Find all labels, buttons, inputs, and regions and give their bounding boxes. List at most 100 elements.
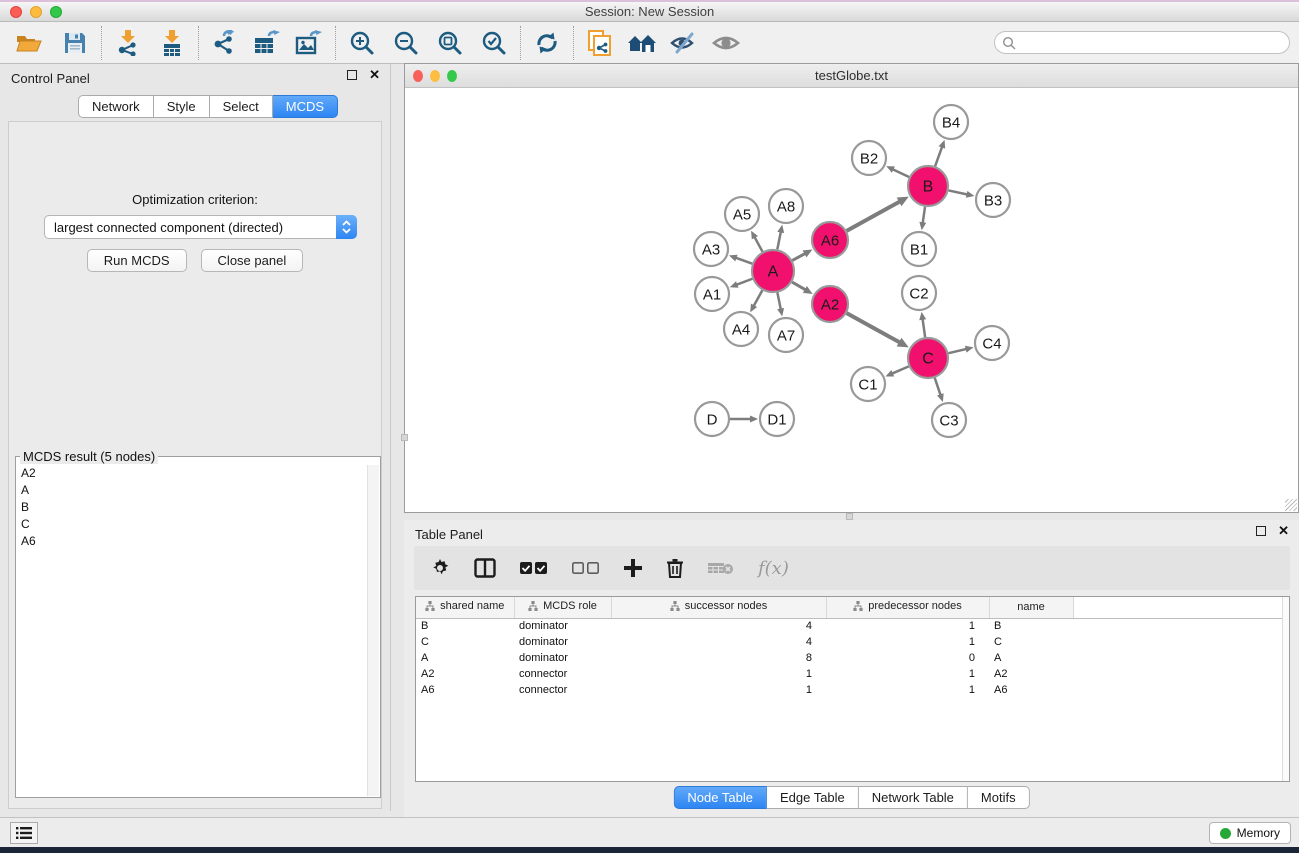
result-scrollbar[interactable] — [367, 465, 379, 796]
zoom-out-icon[interactable] — [389, 26, 423, 60]
minimize-window-button[interactable] — [30, 6, 42, 18]
tab-style[interactable]: Style — [154, 95, 210, 118]
table-row[interactable]: Bdominator41B — [416, 618, 1289, 634]
column-header[interactable]: successor nodes — [611, 597, 826, 618]
graph-edge-A-A4[interactable] — [753, 290, 762, 307]
deselect-all-icon[interactable] — [572, 555, 600, 581]
graph-edge-B-B4[interactable] — [935, 146, 942, 167]
graph-node-B3[interactable]: B3 — [976, 183, 1010, 217]
column-header[interactable]: shared name — [416, 597, 514, 618]
graph-node-A3[interactable]: A3 — [694, 232, 728, 266]
list-item[interactable]: C — [17, 516, 367, 533]
zoom-network-button[interactable] — [447, 70, 457, 82]
task-history-button[interactable] — [10, 822, 38, 844]
graph-node-A[interactable]: A — [752, 250, 794, 292]
tab-node-table[interactable]: Node Table — [673, 786, 767, 809]
float-panel-icon[interactable] — [347, 70, 357, 80]
graph-node-C1[interactable]: C1 — [851, 367, 885, 401]
close-window-button[interactable] — [10, 6, 22, 18]
table-row[interactable]: A6connector11A6 — [416, 682, 1289, 698]
column-header[interactable]: name — [989, 597, 1073, 618]
graph-node-A1[interactable]: A1 — [695, 277, 729, 311]
zoom-selected-icon[interactable] — [477, 26, 511, 60]
import-table-icon[interactable] — [155, 26, 189, 60]
refresh-icon[interactable] — [530, 26, 564, 60]
optimization-criterion-select[interactable]: largest connected component (directed) — [44, 215, 357, 239]
hide-selected-icon[interactable] — [667, 26, 701, 60]
graph-node-B4[interactable]: B4 — [934, 105, 968, 139]
table-row[interactable]: Adominator80A — [416, 650, 1289, 666]
tab-mcds[interactable]: MCDS — [273, 95, 338, 118]
list-item[interactable]: B — [17, 499, 367, 516]
graph-edge-B-B3[interactable] — [949, 190, 969, 194]
graph-node-A4[interactable]: A4 — [724, 312, 758, 346]
select-all-icon[interactable] — [520, 555, 548, 581]
graph-edge-A-A8[interactable] — [777, 231, 781, 250]
column-header[interactable]: predecessor nodes — [826, 597, 989, 618]
list-item[interactable]: A6 — [17, 533, 367, 550]
graph-edge-B-B1[interactable] — [923, 207, 925, 224]
graph-node-A6[interactable]: A6 — [812, 222, 848, 258]
table-options-icon[interactable] — [430, 555, 450, 581]
first-neighbors-icon[interactable] — [625, 26, 659, 60]
table-row[interactable]: A2connector11A2 — [416, 666, 1289, 682]
graph-edge-A-A2[interactable] — [792, 282, 807, 290]
export-table-icon[interactable] — [250, 26, 284, 60]
graph-node-C3[interactable]: C3 — [932, 403, 966, 437]
import-network-icon[interactable] — [111, 26, 145, 60]
float-table-panel-icon[interactable] — [1256, 526, 1266, 536]
graph-node-B[interactable]: B — [908, 166, 948, 206]
graph-edge-A-A6[interactable] — [792, 253, 806, 261]
delete-row-icon[interactable] — [666, 555, 684, 581]
graph-edge-B-B2[interactable] — [892, 169, 909, 177]
resize-handle-left[interactable] — [401, 434, 408, 441]
graph-edge-C-C1[interactable] — [891, 366, 909, 374]
tab-motifs[interactable]: Motifs — [968, 786, 1030, 809]
graph-edge-A2-C[interactable] — [847, 313, 901, 343]
graph-edge-A-A3[interactable] — [735, 257, 753, 263]
network-graph[interactable]: AA6A2BCA5A8A3A1A4A7B4B2B3B1C2C4C1C3DD1 — [405, 89, 1298, 513]
graph-node-D[interactable]: D — [695, 402, 729, 436]
graph-node-C[interactable]: C — [908, 338, 948, 378]
memory-button[interactable]: Memory — [1209, 822, 1291, 844]
resize-grip-icon[interactable] — [1285, 499, 1297, 511]
tab-network[interactable]: Network — [78, 95, 154, 118]
network-canvas[interactable]: AA6A2BCA5A8A3A1A4A7B4B2B3B1C2C4C1C3DD1 — [405, 89, 1298, 512]
tab-select[interactable]: Select — [210, 95, 273, 118]
graph-node-C4[interactable]: C4 — [975, 326, 1009, 360]
graph-edge-A-A7[interactable] — [777, 293, 781, 311]
graph-edge-C-C2[interactable] — [922, 318, 925, 337]
graph-node-B2[interactable]: B2 — [852, 141, 886, 175]
add-row-icon[interactable] — [624, 555, 642, 581]
graph-node-C2[interactable]: C2 — [902, 276, 936, 310]
close-panel-icon[interactable]: ✕ — [369, 70, 380, 80]
column-header[interactable]: MCDS role — [514, 597, 611, 618]
graph-edge-C-C3[interactable] — [935, 378, 941, 396]
save-session-icon[interactable] — [58, 26, 92, 60]
graph-node-A5[interactable]: A5 — [725, 197, 759, 231]
tab-network-table[interactable]: Network Table — [859, 786, 968, 809]
graph-node-A7[interactable]: A7 — [769, 318, 803, 352]
open-session-icon[interactable] — [12, 26, 46, 60]
list-item[interactable]: A2 — [17, 465, 367, 482]
graph-node-B1[interactable]: B1 — [902, 232, 936, 266]
close-panel-button[interactable]: Close panel — [201, 249, 304, 272]
close-network-button[interactable] — [413, 70, 423, 82]
export-network-icon[interactable] — [208, 26, 242, 60]
close-table-panel-icon[interactable]: ✕ — [1278, 526, 1289, 536]
duplicate-network-icon[interactable] — [583, 26, 617, 60]
zoom-in-icon[interactable] — [345, 26, 379, 60]
graph-edge-A-A5[interactable] — [754, 236, 763, 252]
search-input[interactable] — [994, 31, 1290, 54]
list-item[interactable]: A — [17, 482, 367, 499]
table-scrollbar[interactable] — [1282, 597, 1289, 781]
show-all-icon[interactable] — [709, 26, 743, 60]
run-mcds-button[interactable]: Run MCDS — [87, 249, 187, 272]
graph-edge-C-C4[interactable] — [948, 349, 967, 354]
show-column-icon[interactable] — [474, 555, 496, 581]
minimize-network-button[interactable] — [430, 70, 440, 82]
graph-node-A2[interactable]: A2 — [812, 286, 848, 322]
export-image-icon[interactable] — [292, 26, 326, 60]
tab-edge-table[interactable]: Edge Table — [767, 786, 859, 809]
graph-edge-A6-B[interactable] — [847, 201, 901, 231]
